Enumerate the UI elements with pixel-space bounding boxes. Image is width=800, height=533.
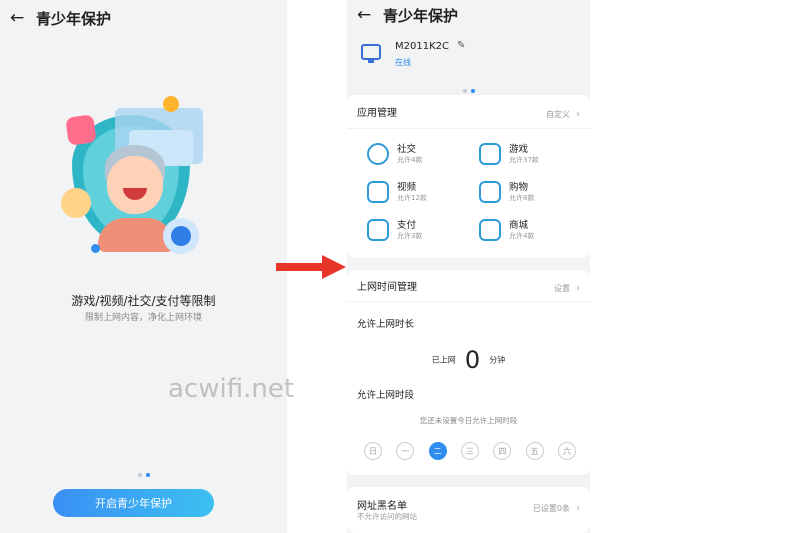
weekday-mon[interactable]: 一 xyxy=(396,442,415,460)
app-category-name: 游戏 xyxy=(509,144,529,155)
enable-protection-button[interactable]: 开启青少年保护 xyxy=(53,489,214,517)
app-category-name: 社交 xyxy=(397,144,417,155)
page-indicator xyxy=(0,462,287,481)
usage-readout: 已上网 0 分钟 xyxy=(347,346,590,374)
chevron-right-icon: › xyxy=(576,503,580,514)
allowed-duration-label: 允许上网时长 xyxy=(357,319,415,330)
blacklist-count: 已设置0条 xyxy=(532,504,570,513)
feature-subtitle: 限制上网内容，净化上网环境 xyxy=(84,313,202,323)
page-dot-active xyxy=(145,473,150,477)
coin-badge-icon xyxy=(163,96,179,112)
weekday-sat[interactable]: 六 xyxy=(557,442,576,460)
url-blacklist-card[interactable]: 网址黑名单 不允许访问的网站 已设置0条 › xyxy=(347,487,590,533)
weekday-sun[interactable]: 日 xyxy=(364,442,382,460)
app-category-name: 支付 xyxy=(397,220,417,231)
app-management-card: 应用管理 自定义 › 社交 允许4款 游戏 允许37款 视频 允许12款 购物 xyxy=(347,95,590,258)
blacklist-status: 已设置0条 › xyxy=(533,503,580,514)
page-dot xyxy=(137,473,142,477)
page-title: 青少年保护 xyxy=(383,6,459,25)
usage-unit: 分钟 xyxy=(489,355,506,365)
store-icon xyxy=(479,219,501,241)
youth-protection-illustration xyxy=(55,90,225,260)
customize-link[interactable]: 自定义 xyxy=(546,110,570,119)
shopping-bag-icon xyxy=(479,181,501,203)
blacklist-title: 网址黑名单 xyxy=(357,501,407,512)
device-row[interactable]: M2011K2C ✎ 在线 xyxy=(359,38,579,78)
app-category-count: 允许12款 xyxy=(397,194,427,202)
arrow-shape xyxy=(276,255,346,279)
decor-dot xyxy=(91,244,100,253)
right-arrow-icon xyxy=(276,255,346,279)
app-management-title: 应用管理 xyxy=(357,108,397,119)
card-icon xyxy=(367,219,389,241)
app-category-video[interactable]: 视频 允许12款 xyxy=(367,177,477,211)
video-badge-icon xyxy=(65,114,97,146)
page-dot xyxy=(462,89,467,93)
settings-screen: ← 青少年保护 M2011K2C ✎ 在线 应用管理 自定义 › 社交 允许4款 … xyxy=(347,0,590,533)
weekday-tue[interactable]: 二 xyxy=(428,442,447,460)
child-face xyxy=(107,156,163,214)
time-management-title: 上网时间管理 xyxy=(357,282,417,293)
app-category-count: 允许4款 xyxy=(509,232,535,240)
chat-icon xyxy=(367,143,389,165)
video-icon xyxy=(367,181,389,203)
app-category-name: 购物 xyxy=(509,182,529,193)
back-arrow-icon[interactable]: ← xyxy=(357,5,379,25)
time-management-header[interactable]: 上网时间管理 设置 › xyxy=(347,270,590,302)
weekday-wed[interactable]: 三 xyxy=(460,442,479,460)
time-management-card: 上网时间管理 设置 › 允许上网时长 已上网 0 分钟 允许上网时段 您还未设置今… xyxy=(347,270,590,475)
app-category-shopping[interactable]: 购物 允许8款 xyxy=(479,177,589,211)
chevron-right-icon: › xyxy=(576,109,580,120)
allowed-period-label: 允许上网时段 xyxy=(357,390,415,401)
app-category-count: 允许3款 xyxy=(397,232,423,240)
time-settings-link[interactable]: 设置 xyxy=(554,284,570,293)
device-name: M2011K2C xyxy=(395,41,449,52)
feature-headline: 游戏/视频/社交/支付等限制 xyxy=(71,294,216,308)
app-category-store[interactable]: 商城 允许4款 xyxy=(479,215,589,249)
watermark: acwifi.net xyxy=(168,374,295,404)
usage-value: 0 xyxy=(464,346,481,374)
gamepad-icon xyxy=(479,143,501,165)
chevron-right-icon: › xyxy=(576,283,580,294)
app-category-grid: 社交 允许4款 游戏 允许37款 视频 允许12款 购物 允许8款 支付 允许3… xyxy=(347,129,590,254)
page-dot-active xyxy=(470,89,475,93)
app-category-name: 商城 xyxy=(509,220,529,231)
app-management-header[interactable]: 应用管理 自定义 › xyxy=(347,95,590,129)
top-bar: ← 青少年保护 xyxy=(347,0,590,30)
page-title: 青少年保护 xyxy=(36,9,112,28)
blacklist-subtitle: 不允许访问的网站 xyxy=(357,512,417,521)
app-category-count: 允许4款 xyxy=(397,156,423,164)
app-category-count: 允许37款 xyxy=(509,156,539,164)
app-category-count: 允许8款 xyxy=(509,194,535,202)
weekday-thu[interactable]: 四 xyxy=(493,442,512,460)
app-category-payment[interactable]: 支付 允许3款 xyxy=(367,215,477,249)
edit-pencil-icon[interactable]: ✎ xyxy=(457,40,465,51)
top-bar: ← 青少年保护 xyxy=(0,0,287,36)
device-status: 在线 xyxy=(395,58,411,67)
usage-prefix: 已上网 xyxy=(431,355,456,365)
app-category-social[interactable]: 社交 允许4款 xyxy=(367,139,477,173)
app-category-name: 视频 xyxy=(397,182,417,193)
weekday-selector: 日 一 二 三 四 五 六 xyxy=(364,442,576,460)
app-category-games[interactable]: 游戏 允许37款 xyxy=(479,139,589,173)
gift-badge-icon xyxy=(61,188,91,218)
device-monitor-icon xyxy=(361,44,381,63)
onboarding-screen: ← 青少年保护 游戏/视频/社交/支付等限制 限制上网内容，净化上网环境 开启青… xyxy=(0,0,287,533)
weekday-fri[interactable]: 五 xyxy=(525,442,544,460)
period-not-set-text: 您还未设置今日允许上网时段 xyxy=(419,416,518,425)
chat-badge-inner-icon xyxy=(171,226,191,246)
back-arrow-icon[interactable]: ← xyxy=(10,8,32,28)
